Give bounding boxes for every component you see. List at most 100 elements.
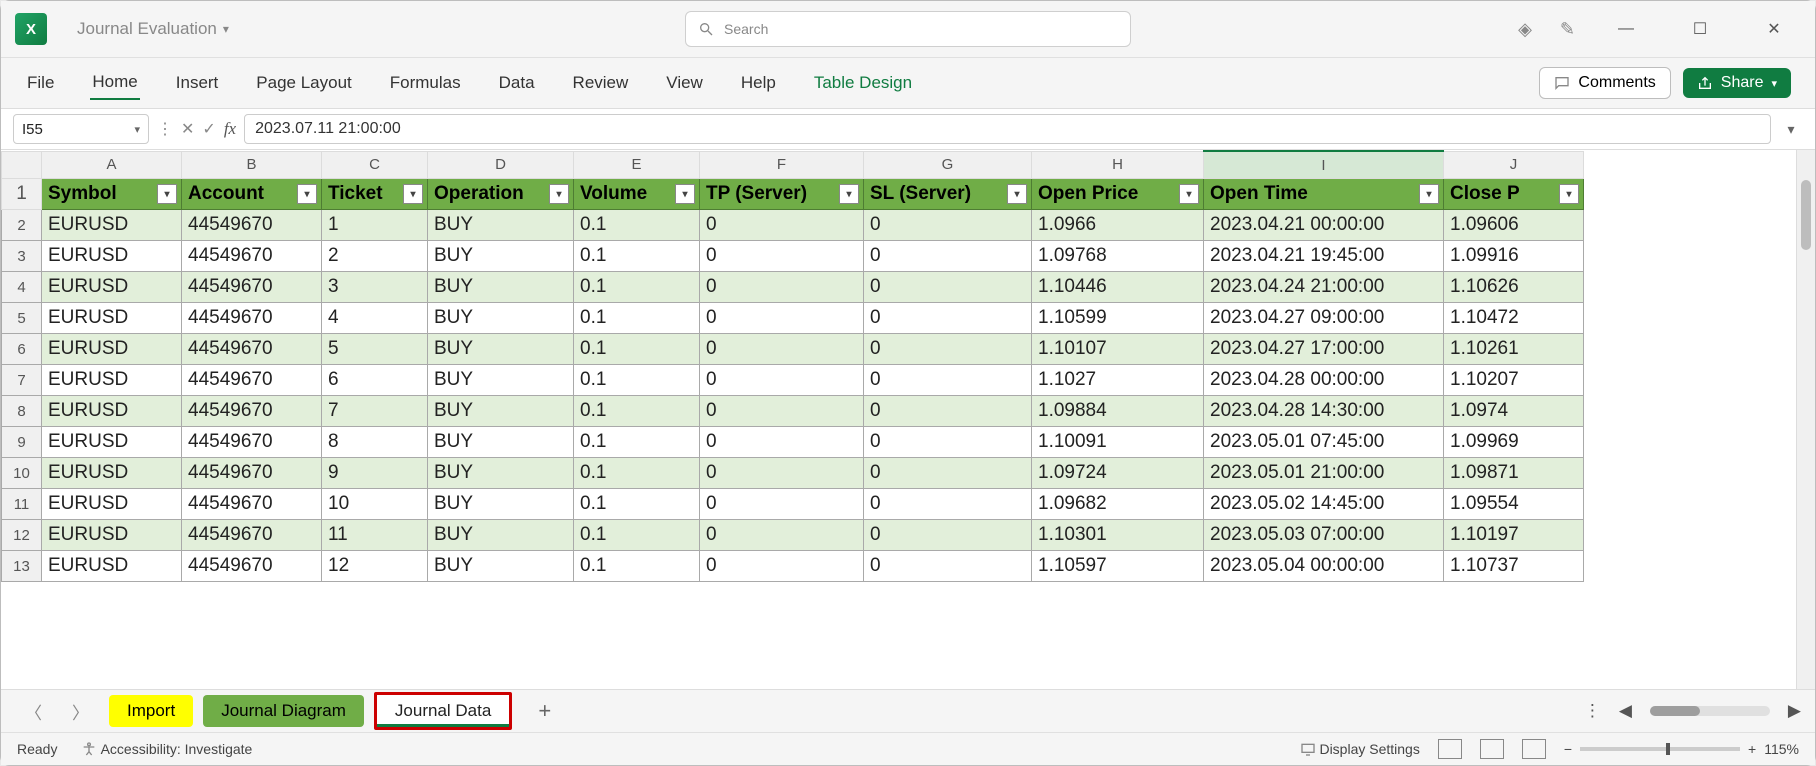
- cell[interactable]: 0.1: [574, 210, 700, 241]
- header-cell[interactable]: Ticket▾: [322, 179, 428, 210]
- header-cell[interactable]: Open Time▾: [1204, 179, 1444, 210]
- ribbon-tab-formulas[interactable]: Formulas: [388, 67, 463, 99]
- cell[interactable]: 0.1: [574, 427, 700, 458]
- cell[interactable]: 2023.04.21 19:45:00: [1204, 241, 1444, 272]
- cell[interactable]: 1.10261: [1444, 334, 1584, 365]
- column-letter-A[interactable]: A: [42, 151, 182, 179]
- cell[interactable]: 0: [700, 427, 864, 458]
- header-cell[interactable]: Symbol▾: [42, 179, 182, 210]
- cell[interactable]: 1.09554: [1444, 489, 1584, 520]
- comments-button[interactable]: Comments: [1539, 67, 1670, 99]
- header-cell[interactable]: SL (Server)▾: [864, 179, 1032, 210]
- cell[interactable]: BUY: [428, 272, 574, 303]
- cell[interactable]: 7: [322, 396, 428, 427]
- ribbon-tab-page-layout[interactable]: Page Layout: [254, 67, 353, 99]
- ribbon-tab-insert[interactable]: Insert: [174, 67, 221, 99]
- ribbon-tab-help[interactable]: Help: [739, 67, 778, 99]
- header-cell[interactable]: Volume▾: [574, 179, 700, 210]
- cell[interactable]: 0: [864, 396, 1032, 427]
- cell[interactable]: EURUSD: [42, 365, 182, 396]
- cell[interactable]: 8: [322, 427, 428, 458]
- cell[interactable]: 0: [864, 551, 1032, 582]
- cell[interactable]: 11: [322, 520, 428, 551]
- cell[interactable]: 44549670: [182, 365, 322, 396]
- cancel-formula-icon[interactable]: ✕: [181, 119, 194, 139]
- diamond-icon[interactable]: ◈: [1518, 19, 1532, 40]
- cell[interactable]: 0.1: [574, 551, 700, 582]
- cell[interactable]: 0: [700, 551, 864, 582]
- cell[interactable]: 1.10599: [1032, 303, 1204, 334]
- cell[interactable]: 0: [864, 489, 1032, 520]
- sheet-nav-next[interactable]: 〉: [62, 699, 99, 724]
- cell[interactable]: 44549670: [182, 427, 322, 458]
- cell[interactable]: BUY: [428, 489, 574, 520]
- horizontal-scrollbar[interactable]: [1650, 706, 1770, 716]
- cell[interactable]: 4: [322, 303, 428, 334]
- cell[interactable]: 44549670: [182, 334, 322, 365]
- ribbon-tab-table-design[interactable]: Table Design: [812, 67, 914, 99]
- cell[interactable]: 44549670: [182, 210, 322, 241]
- cell[interactable]: 2023.05.02 14:45:00: [1204, 489, 1444, 520]
- cell[interactable]: 0: [864, 365, 1032, 396]
- cell[interactable]: 0.1: [574, 334, 700, 365]
- expand-formula-icon[interactable]: ▾: [1779, 121, 1803, 138]
- zoom-out-button[interactable]: −: [1564, 741, 1572, 757]
- cell[interactable]: 1.10626: [1444, 272, 1584, 303]
- column-letter-H[interactable]: H: [1032, 151, 1204, 179]
- cell[interactable]: BUY: [428, 303, 574, 334]
- filter-dropdown-icon[interactable]: ▾: [157, 184, 177, 204]
- header-cell[interactable]: Operation▾: [428, 179, 574, 210]
- view-page-break-icon[interactable]: [1522, 739, 1546, 759]
- cell[interactable]: EURUSD: [42, 303, 182, 334]
- cell[interactable]: EURUSD: [42, 458, 182, 489]
- cell[interactable]: 0: [864, 241, 1032, 272]
- filter-dropdown-icon[interactable]: ▾: [1419, 184, 1439, 204]
- cell[interactable]: 44549670: [182, 272, 322, 303]
- cell[interactable]: 1.0974: [1444, 396, 1584, 427]
- cell[interactable]: EURUSD: [42, 551, 182, 582]
- cell[interactable]: 1.10472: [1444, 303, 1584, 334]
- cell[interactable]: BUY: [428, 396, 574, 427]
- cell[interactable]: 0: [700, 458, 864, 489]
- cell[interactable]: 1.10107: [1032, 334, 1204, 365]
- filter-dropdown-icon[interactable]: ▾: [675, 184, 695, 204]
- search-input[interactable]: Search: [685, 11, 1131, 47]
- header-cell[interactable]: TP (Server)▾: [700, 179, 864, 210]
- share-button[interactable]: Share ▾: [1683, 68, 1791, 98]
- cell[interactable]: 2023.05.01 07:45:00: [1204, 427, 1444, 458]
- cell[interactable]: 5: [322, 334, 428, 365]
- cell[interactable]: EURUSD: [42, 334, 182, 365]
- cell[interactable]: EURUSD: [42, 241, 182, 272]
- accessibility-status[interactable]: Accessibility: Investigate: [81, 741, 252, 757]
- cell[interactable]: 1.09724: [1032, 458, 1204, 489]
- cell[interactable]: BUY: [428, 520, 574, 551]
- scrollbar-thumb[interactable]: [1650, 706, 1700, 716]
- cell[interactable]: 44549670: [182, 458, 322, 489]
- cell[interactable]: 0: [700, 303, 864, 334]
- cell[interactable]: EURUSD: [42, 520, 182, 551]
- filter-dropdown-icon[interactable]: ▾: [549, 184, 569, 204]
- view-normal-icon[interactable]: [1438, 739, 1462, 759]
- cell[interactable]: 0.1: [574, 458, 700, 489]
- ribbon-tab-file[interactable]: File: [25, 67, 56, 99]
- name-box[interactable]: I55 ▾: [13, 114, 149, 144]
- cell[interactable]: 1.10301: [1032, 520, 1204, 551]
- cell[interactable]: 1.10091: [1032, 427, 1204, 458]
- cell[interactable]: 3: [322, 272, 428, 303]
- cell[interactable]: 9: [322, 458, 428, 489]
- cell[interactable]: BUY: [428, 241, 574, 272]
- vertical-scrollbar[interactable]: [1796, 150, 1815, 689]
- cell[interactable]: 0: [700, 272, 864, 303]
- cell[interactable]: BUY: [428, 458, 574, 489]
- cell[interactable]: 1.10597: [1032, 551, 1204, 582]
- header-cell[interactable]: Open Price▾: [1032, 179, 1204, 210]
- filter-dropdown-icon[interactable]: ▾: [297, 184, 317, 204]
- column-letter-D[interactable]: D: [428, 151, 574, 179]
- ribbon-tab-home[interactable]: Home: [90, 66, 139, 100]
- cell[interactable]: 1.09768: [1032, 241, 1204, 272]
- pen-icon[interactable]: ✎: [1560, 19, 1575, 40]
- minimize-button[interactable]: —: [1603, 20, 1649, 38]
- row-number[interactable]: 8: [2, 396, 42, 427]
- cell[interactable]: 44549670: [182, 303, 322, 334]
- cell[interactable]: 1.09884: [1032, 396, 1204, 427]
